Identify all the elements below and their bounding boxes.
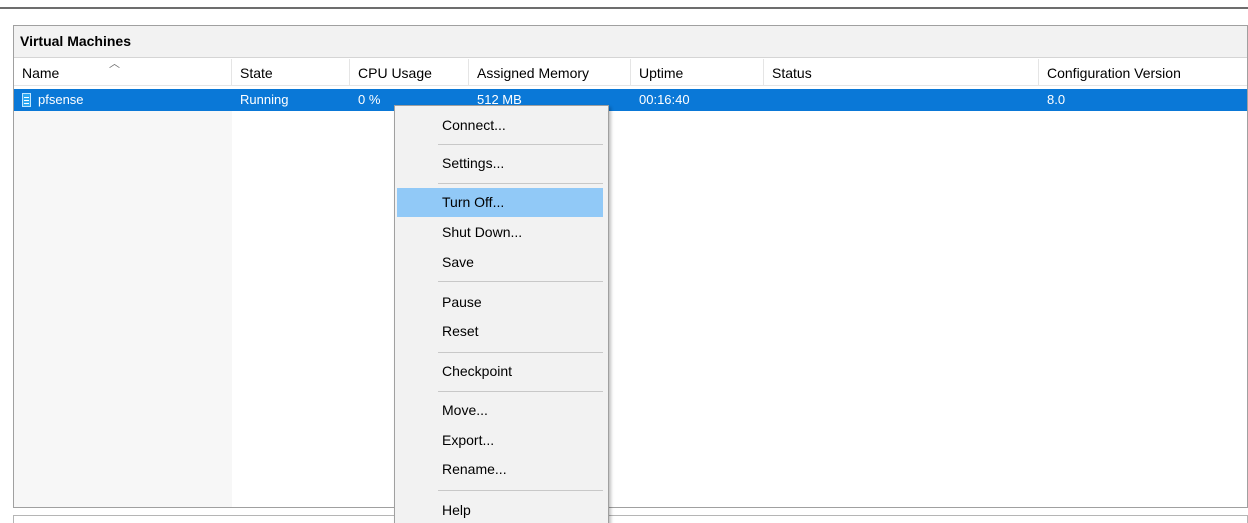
column-header-cpu-usage[interactable]: CPU Usage: [350, 59, 469, 86]
menu-separator: [438, 391, 603, 392]
menu-item-connect[interactable]: Connect...: [397, 111, 603, 140]
column-header-status[interactable]: Status: [764, 59, 1039, 86]
menu-item-move[interactable]: Move...: [397, 396, 603, 425]
details-panel-edge: [13, 515, 1248, 523]
cell-name: pfsense: [14, 89, 232, 111]
menu-separator: [438, 281, 603, 282]
menu-separator: [438, 490, 603, 491]
menu-separator: [438, 352, 603, 353]
column-header-label: Name: [22, 65, 60, 81]
menu-item-reset[interactable]: Reset: [397, 317, 603, 346]
sort-ascending-icon: ︿: [109, 58, 120, 70]
menu-item-help[interactable]: Help: [397, 496, 603, 523]
virtual-machines-panel: Virtual Machines Name ︿ State CPU Usage …: [13, 25, 1248, 508]
column-header-assigned-memory[interactable]: Assigned Memory: [469, 59, 631, 86]
name-column-background: [14, 101, 232, 507]
menu-item-export[interactable]: Export...: [397, 426, 603, 455]
panel-title: Virtual Machines: [14, 26, 1247, 58]
menu-item-rename[interactable]: Rename...: [397, 455, 603, 484]
vm-icon: [22, 93, 31, 107]
column-header-row: Name ︿ State CPU Usage Assigned Memory U…: [14, 58, 1247, 86]
table-row[interactable]: pfsense Running 0 % 512 MB 00:16:40 8.0: [14, 89, 1247, 111]
context-menu: Connect... Settings... Turn Off... Shut …: [394, 105, 609, 523]
menu-item-checkpoint[interactable]: Checkpoint: [397, 357, 603, 386]
menu-separator: [438, 183, 603, 184]
cell-state: Running: [240, 92, 289, 107]
cell-status: [764, 89, 1039, 111]
menu-item-pause[interactable]: Pause: [397, 288, 603, 317]
menu-item-turn-off[interactable]: Turn Off...: [397, 188, 603, 217]
column-header-name[interactable]: Name ︿: [14, 58, 232, 86]
menu-item-shut-down[interactable]: Shut Down...: [397, 218, 603, 247]
column-header-uptime[interactable]: Uptime: [631, 59, 764, 86]
top-divider: [0, 7, 1248, 9]
menu-separator: [438, 144, 603, 145]
vm-name: pfsense: [38, 92, 84, 107]
cell-configuration-version: 8.0: [1047, 92, 1066, 107]
cell-uptime: 00:16:40: [639, 92, 690, 107]
menu-item-settings[interactable]: Settings...: [397, 149, 603, 178]
column-header-state[interactable]: State: [232, 59, 350, 86]
menu-item-save[interactable]: Save: [397, 248, 603, 277]
column-header-configuration-version[interactable]: Configuration Version: [1039, 59, 1247, 86]
